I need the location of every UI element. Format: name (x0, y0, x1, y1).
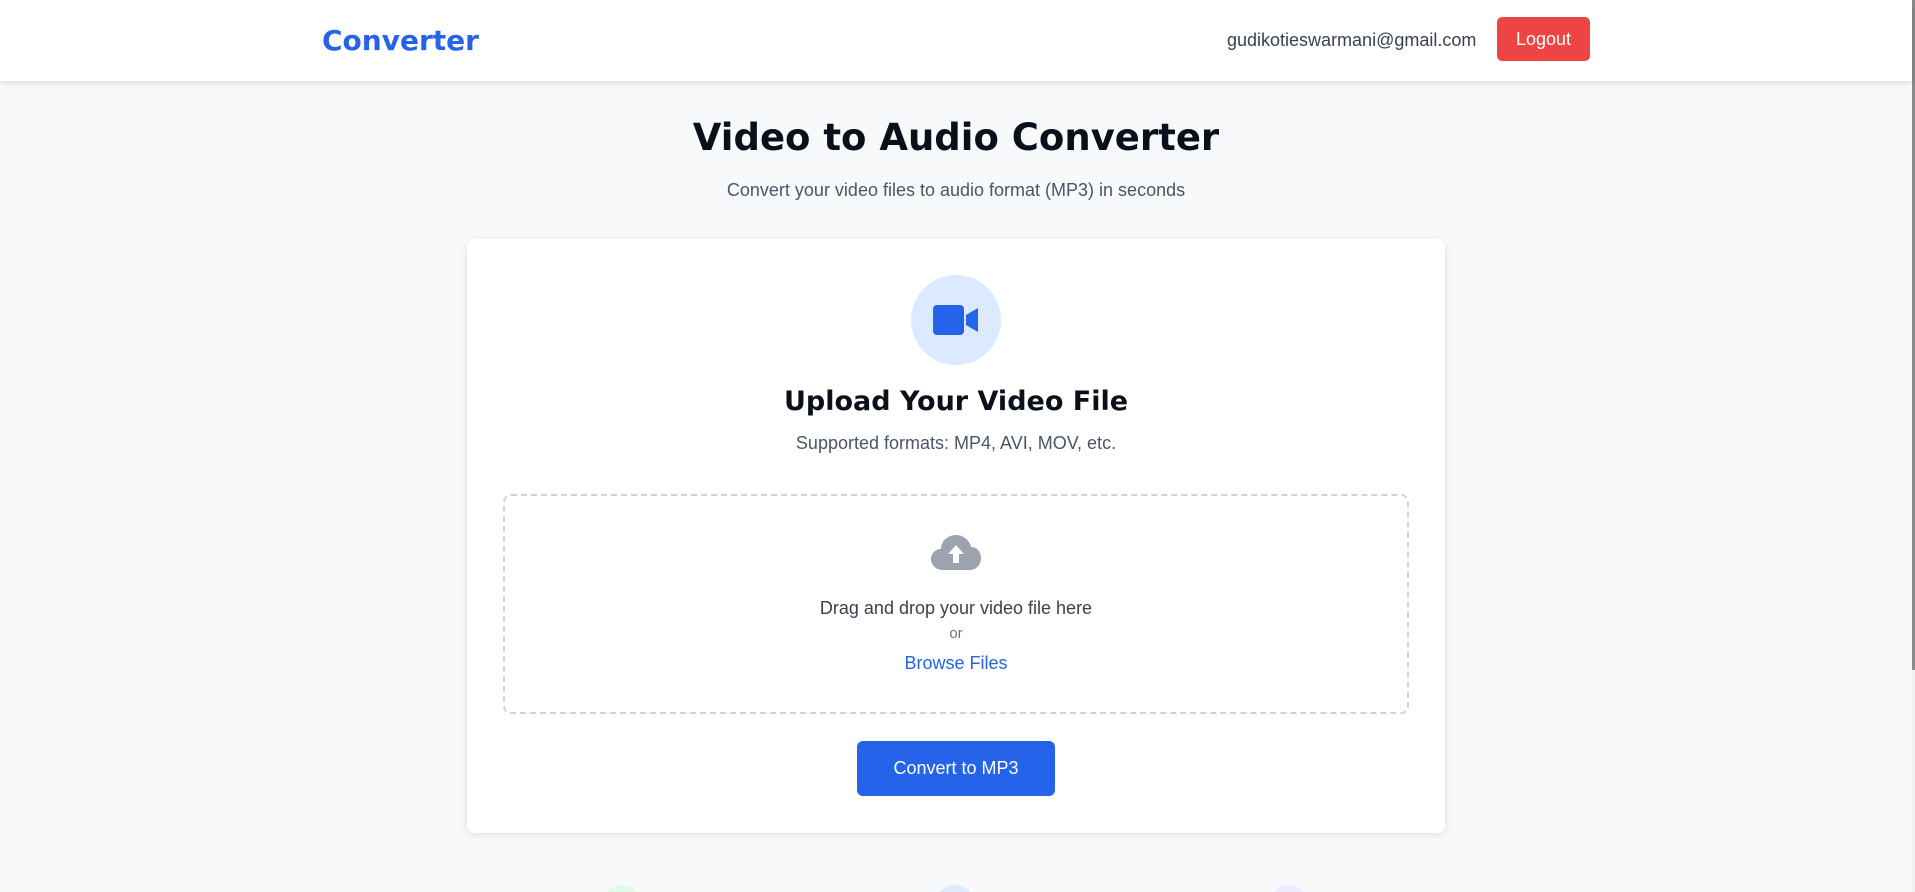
page-subtitle: Convert your video files to audio format… (726, 180, 1186, 200)
dropzone-instruction: Drag and drop your video file here (819, 598, 1093, 618)
feature-icon-blue (935, 885, 975, 892)
brand-logo[interactable]: Converter (322, 24, 479, 57)
convert-button[interactable]: Convert to MP3 (857, 741, 1055, 796)
feature-icon-green (602, 885, 642, 892)
page-title: Video to Audio Converter (692, 116, 1220, 159)
logout-button[interactable]: Logout (1497, 17, 1590, 61)
file-dropzone[interactable]: Drag and drop your video file here or Br… (503, 494, 1409, 714)
upload-card: Upload Your Video File Supported formats… (467, 239, 1445, 833)
dropzone-or-separator: or (949, 625, 963, 642)
feature-icon-purple (1269, 885, 1309, 892)
video-camera-icon (933, 305, 978, 335)
navbar: Converter gudikotieswarmani@gmail.com Lo… (0, 0, 1912, 81)
cloud-upload-icon (931, 535, 981, 570)
video-icon-badge (911, 275, 1001, 365)
upload-title: Upload Your Video File (783, 386, 1129, 417)
supported-formats: Supported formats: MP4, AVI, MOV, etc. (795, 433, 1117, 453)
user-email: gudikotieswarmani@gmail.com (1227, 30, 1477, 50)
browse-files-link[interactable]: Browse Files (904, 653, 1007, 673)
